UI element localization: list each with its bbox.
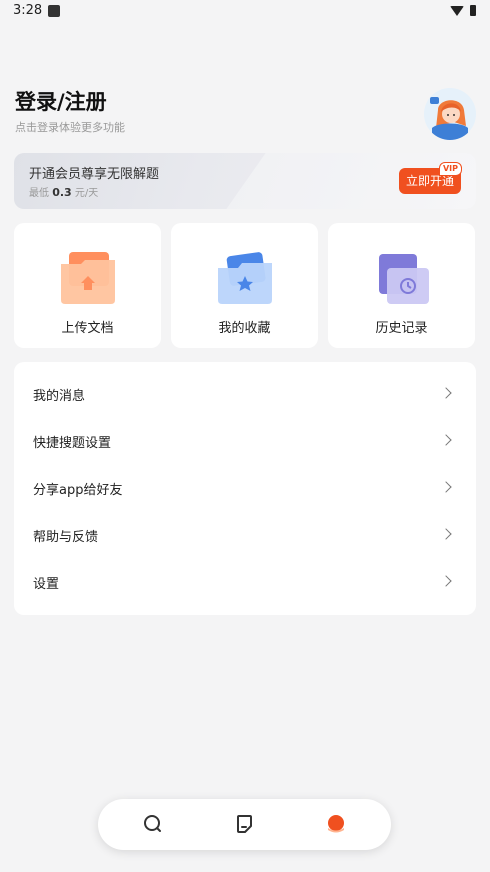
- avatar[interactable]: [424, 88, 476, 140]
- profile-icon: [328, 815, 344, 833]
- menu-item-messages[interactable]: 我的消息: [14, 371, 476, 418]
- vip-title: 开通会员尊享无限解题: [29, 167, 160, 182]
- menu-item-label: 分享app给好友: [33, 483, 123, 498]
- bottom-tab-bar: [98, 799, 391, 850]
- tab-notes[interactable]: [229, 809, 259, 839]
- login-register-title[interactable]: 登录/注册: [15, 86, 107, 116]
- favorites-folder-icon: [218, 252, 272, 304]
- battery-icon: [470, 5, 476, 16]
- history-card[interactable]: 历史记录: [328, 223, 475, 348]
- chevron-right-icon: [440, 434, 452, 446]
- vip-price-value: 0.3: [52, 186, 72, 199]
- wifi-icon: [450, 5, 464, 16]
- tab-search[interactable]: [138, 809, 168, 839]
- login-subtitle: 点击登录体验更多功能: [15, 121, 125, 134]
- status-time: 3:28: [13, 3, 43, 18]
- chevron-right-icon: [440, 575, 452, 587]
- chevron-right-icon: [440, 528, 452, 540]
- menu-item-label: 帮助与反馈: [33, 530, 99, 545]
- menu-item-settings[interactable]: 设置: [14, 559, 476, 606]
- menu-item-label: 快捷搜题设置: [33, 436, 112, 451]
- menu-item-quick-search-settings[interactable]: 快捷搜题设置: [14, 418, 476, 465]
- menu-item-share-app[interactable]: 分享app给好友: [14, 465, 476, 512]
- menu-item-help-feedback[interactable]: 帮助与反馈: [14, 512, 476, 559]
- card-label: 上传文档: [61, 321, 114, 336]
- menu-item-label: 我的消息: [33, 389, 86, 404]
- avatar-illustration-icon: [424, 88, 476, 140]
- favorites-card[interactable]: 我的收藏: [171, 223, 318, 348]
- upload-folder-icon: [61, 252, 115, 304]
- notes-icon: [237, 815, 252, 833]
- vip-badge: VIP: [438, 162, 462, 176]
- chevron-right-icon: [440, 387, 452, 399]
- card-label: 历史记录: [375, 321, 428, 336]
- vip-banner[interactable]: 开通会员尊享无限解题 最低 0.3 元/天 立即开通 VIP: [14, 153, 476, 209]
- menu-item-label: 设置: [33, 577, 60, 592]
- tab-profile[interactable]: [321, 809, 351, 839]
- status-bar: 3:28: [0, 0, 490, 24]
- vip-price-prefix: 最低: [29, 188, 49, 199]
- chevron-right-icon: [440, 481, 452, 493]
- search-icon: [144, 815, 161, 832]
- settings-menu: 我的消息 快捷搜题设置 分享app给好友 帮助与反馈 设置: [14, 362, 476, 615]
- notification-icon: [48, 5, 60, 17]
- card-label: 我的收藏: [218, 321, 271, 336]
- history-folder-icon: [379, 254, 429, 304]
- vip-price: 最低 0.3 元/天: [29, 184, 98, 199]
- upload-document-card[interactable]: 上传文档: [14, 223, 161, 348]
- vip-price-unit: 元/天: [74, 188, 99, 199]
